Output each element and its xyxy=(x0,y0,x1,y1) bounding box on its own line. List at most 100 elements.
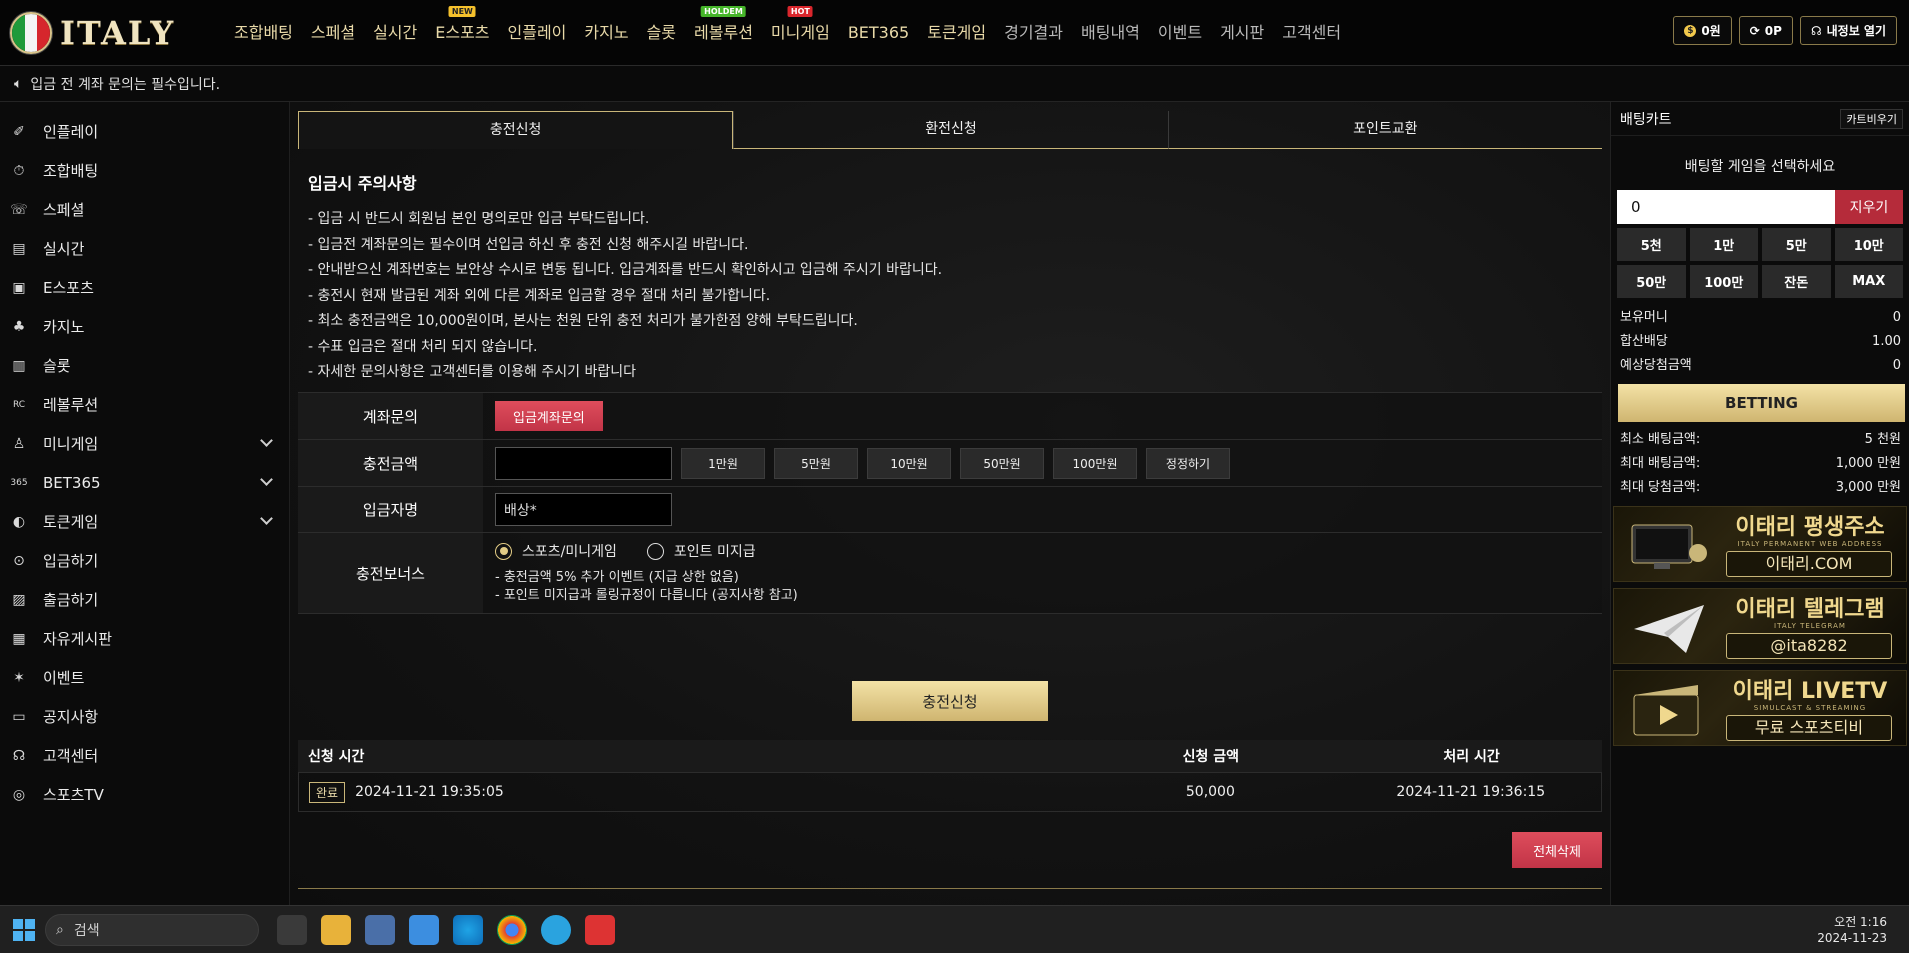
chip-button-2[interactable]: 5만 xyxy=(1762,228,1831,261)
betting-button[interactable]: BETTING xyxy=(1618,384,1905,422)
amount-input[interactable] xyxy=(495,446,672,480)
sidebar-item-14[interactable]: ✶ 이벤트 xyxy=(0,658,289,697)
banner-subtitle: SIMULCAST & STREAMING xyxy=(1753,704,1867,712)
history-row: 완료 2024-11-21 19:35:05 50,000 2024-11-21 19… xyxy=(298,772,1602,812)
chrome-icon[interactable] xyxy=(497,914,527,945)
bonus-option-label: 스포츠/미니게임 xyxy=(522,544,617,560)
promo-banner-0[interactable]: 이태리 평생주소 ITALY PERMANENT WEB ADDRESS 이태리.C… xyxy=(1613,506,1907,582)
sidebar-item-icon: ▣ xyxy=(12,279,26,296)
sidebar-item-2[interactable]: ☏ 스페셜 xyxy=(0,190,289,229)
nav-item-5[interactable]: 카지노 xyxy=(575,0,637,66)
sidebar-item-7[interactable]: RC 레볼루션 xyxy=(0,385,289,424)
clear-cart-button[interactable]: 카트비우기 xyxy=(1840,108,1903,129)
nav-item-1[interactable]: 스페셜 xyxy=(302,0,364,66)
nav-item-0[interactable]: 조합배팅 xyxy=(225,0,302,66)
amount-button-5[interactable]: 정정하기 xyxy=(1146,447,1230,479)
sidebar-item-icon: ♙ xyxy=(12,435,26,452)
kv-key: 합산배당 xyxy=(1620,334,1668,349)
notepad-icon[interactable] xyxy=(409,914,439,945)
nav-item-3[interactable]: NEW E스포츠 xyxy=(426,0,498,66)
sidebar-item-13[interactable]: ▦ 자유게시판 xyxy=(0,619,289,658)
file-explorer-icon[interactable] xyxy=(321,914,351,945)
caution-line: - 안내받으신 계좌번호는 보안상 수시로 변동 됩니다. 입금계좌를 반드시 … xyxy=(308,262,943,278)
nav-item-10[interactable]: 토큰게임 xyxy=(918,0,995,66)
telegram-icon[interactable] xyxy=(541,914,571,945)
nav-item-14[interactable]: 게시판 xyxy=(1211,0,1273,66)
chip-button-4[interactable]: 50만 xyxy=(1617,265,1686,298)
bonus-option-sports[interactable]: 스포츠/미니게임 xyxy=(495,541,617,561)
sidebar-item-3[interactable]: ▤ 실시간 xyxy=(0,229,289,268)
sidebar-item-15[interactable]: ▭ 공지사항 xyxy=(0,697,289,736)
windows-start-icon[interactable] xyxy=(13,918,35,941)
nav-item-4[interactable]: 인플레이 xyxy=(499,0,576,66)
sidebar-item-11[interactable]: ⊙ 입금하기 xyxy=(0,541,289,580)
amount-label: 충전금액 xyxy=(298,440,483,486)
kv-row: 합산배당 1.00 xyxy=(1611,330,1909,354)
system-clock[interactable]: 오전 1:16 2024-11-23 xyxy=(1817,914,1887,946)
chip-button-3[interactable]: 10만 xyxy=(1834,228,1903,261)
sidebar-item-17[interactable]: ◎ 스포츠TV xyxy=(0,775,289,814)
nav-item-6[interactable]: 슬롯 xyxy=(638,0,685,66)
bet-amount-input[interactable]: 0 xyxy=(1617,190,1835,224)
sidebar-item-5[interactable]: ♣ 카지노 xyxy=(0,307,289,346)
sidebar-item-16[interactable]: ☊ 고객센터 xyxy=(0,736,289,775)
bet-clear-button[interactable]: 지우기 xyxy=(1835,190,1903,224)
chevron-down-icon[interactable] xyxy=(260,473,273,486)
nav-label: 인플레이 xyxy=(507,22,567,42)
taskbar-search[interactable]: ⌕ 검색 xyxy=(45,913,259,946)
tab-1[interactable]: 환전신청 xyxy=(733,111,1168,149)
caution-line: - 자세한 문의사항은 고객센터를 이용해 주시기 바랍니다 xyxy=(308,364,636,380)
calculator-icon[interactable] xyxy=(365,914,395,945)
delete-all-button[interactable]: 전체삭제 xyxy=(1512,832,1602,868)
sidebar-item-icon: ✶ xyxy=(13,669,25,686)
points-button[interactable]: ⟳ 0P xyxy=(1738,16,1793,45)
promo-banner-2[interactable]: 이태리 LIVETV SIMULCAST & STREAMING 무료 스포츠티비 xyxy=(1613,670,1907,746)
taskbar-apps xyxy=(277,914,615,945)
site-logo[interactable]: ITALY xyxy=(10,11,210,54)
chip-button-5[interactable]: 100만 xyxy=(1689,265,1758,298)
banner-cta: 이태리.COM xyxy=(1726,551,1892,577)
nav-item-11[interactable]: 경기결과 xyxy=(995,0,1072,66)
amount-button-0[interactable]: 1만원 xyxy=(681,447,765,479)
promo-banner-1[interactable]: 이태리 텔레그램 ITALY TELEGRAM @ita8282 xyxy=(1613,588,1907,664)
tab-2[interactable]: 포인트교환 xyxy=(1167,111,1602,149)
app-icon[interactable] xyxy=(585,914,615,945)
sidebar-item-8[interactable]: ♙ 미니게임 xyxy=(0,424,289,463)
amount-button-1[interactable]: 5만원 xyxy=(774,447,858,479)
sidebar-item-1[interactable]: ⏱ 조합배팅 xyxy=(0,151,289,190)
depositor-input[interactable]: 배상* xyxy=(495,493,672,526)
myinfo-button[interactable]: ☊ 내정보 열기 xyxy=(1799,16,1897,45)
sidebar-item-10[interactable]: ◐ 토큰게임 xyxy=(0,502,289,541)
deposit-submit-button[interactable]: 충전신청 xyxy=(852,681,1048,721)
nav-item-9[interactable]: BET365 xyxy=(839,0,918,66)
nav-item-13[interactable]: 이벤트 xyxy=(1149,0,1211,66)
nav-item-7[interactable]: HOLDEM 레볼루션 xyxy=(685,0,762,66)
account-inquiry-button[interactable]: 입금계좌문의 xyxy=(495,401,603,431)
amount-button-3[interactable]: 50만원 xyxy=(960,447,1044,479)
edge-icon[interactable] xyxy=(453,914,483,945)
amount-button-2[interactable]: 10만원 xyxy=(867,447,951,479)
chip-button-1[interactable]: 1만 xyxy=(1689,228,1758,261)
chip-button-6[interactable]: 잔돈 xyxy=(1762,265,1831,298)
nav-item-8[interactable]: HOT 미니게임 xyxy=(762,0,839,66)
nav-item-15[interactable]: 고객센터 xyxy=(1273,0,1350,66)
notice-text: 입금 전 계좌 문의는 필수입니다. xyxy=(30,76,221,93)
chevron-down-icon[interactable] xyxy=(260,434,273,447)
chip-button-7[interactable]: MAX xyxy=(1834,265,1903,298)
bonus-option-nopoint[interactable]: 포인트 미지급 xyxy=(646,541,756,561)
chevron-down-icon[interactable] xyxy=(260,512,273,525)
chip-button-0[interactable]: 5천 xyxy=(1617,228,1686,261)
amount-button-4[interactable]: 100만원 xyxy=(1053,447,1137,479)
nav-item-12[interactable]: 배팅내역 xyxy=(1072,0,1149,66)
balance-button[interactable]: $0원 xyxy=(1673,16,1732,45)
sidebar-item-6[interactable]: ▥ 슬롯 xyxy=(0,346,289,385)
speaker-icon: 🔈︎ xyxy=(14,75,23,92)
deposit-tabs: 충전신청 환전신청 포인트교환 xyxy=(298,111,1602,149)
sidebar-item-12[interactable]: ▨ 출금하기 xyxy=(0,580,289,619)
nav-item-2[interactable]: 실시간 xyxy=(364,0,426,66)
tab-0[interactable]: 충전신청 xyxy=(298,111,734,149)
sidebar-item-0[interactable]: ✐ 인플레이 xyxy=(0,112,289,151)
sidebar-item-4[interactable]: ▣ E스포츠 xyxy=(0,268,289,307)
sidebar-item-9[interactable]: 365 BET365 xyxy=(0,463,289,502)
task-view-icon[interactable] xyxy=(277,914,307,945)
